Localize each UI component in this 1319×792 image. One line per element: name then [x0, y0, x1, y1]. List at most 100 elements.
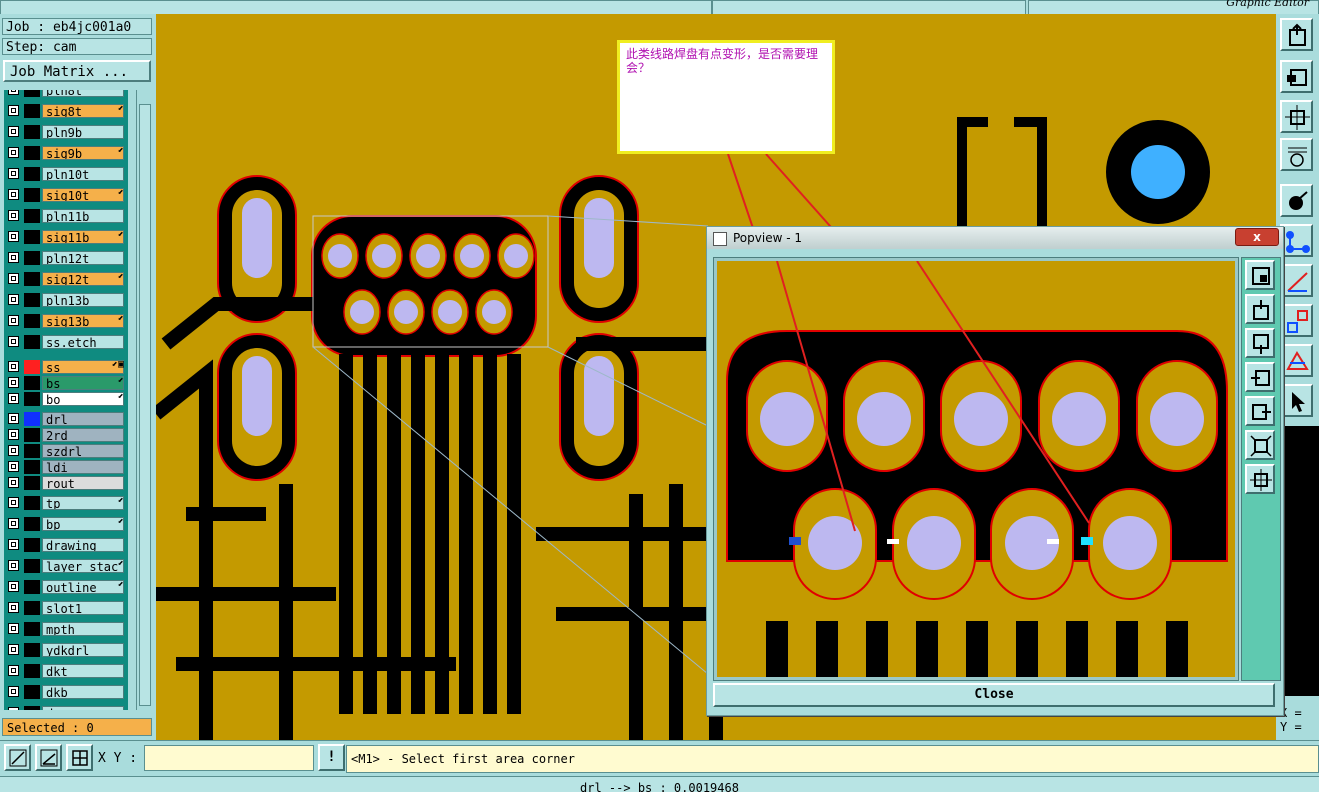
- layer-name[interactable]: d: [42, 706, 124, 710]
- scrollbar-thumb[interactable]: [139, 104, 151, 706]
- layer-row[interactable]: outline ⬋: [4, 579, 128, 595]
- layer-name[interactable]: pln11b: [42, 209, 124, 223]
- zoom-home-button[interactable]: [1280, 18, 1313, 51]
- select-pointer-button[interactable]: [1280, 384, 1313, 417]
- popview-pan-left-button[interactable]: [1245, 362, 1275, 392]
- layer-name[interactable]: bo: [42, 392, 124, 406]
- layer-checkbox[interactable]: [8, 707, 19, 710]
- layer-row[interactable]: sig13b ⬋: [4, 313, 128, 329]
- layer-checkbox[interactable]: [8, 665, 19, 676]
- layer-row[interactable]: pln10t: [4, 166, 128, 182]
- layer-name[interactable]: pln12t: [42, 251, 124, 265]
- popview-pan-right-button[interactable]: [1245, 396, 1275, 426]
- layer-checkbox[interactable]: [8, 518, 19, 529]
- layer-checkbox[interactable]: [8, 210, 19, 221]
- layer-row[interactable]: ydkdrl: [4, 642, 128, 658]
- zoom-back-button[interactable]: [1280, 60, 1313, 93]
- layer-checkbox[interactable]: [8, 429, 19, 440]
- layer-name[interactable]: ss.etch: [42, 335, 124, 349]
- layer-checkbox[interactable]: [8, 168, 19, 179]
- layer-name[interactable]: layer_stac: [42, 559, 124, 573]
- xy-input[interactable]: [144, 745, 314, 771]
- layer-checkbox[interactable]: [8, 644, 19, 655]
- layer-row[interactable]: dkb: [4, 684, 128, 700]
- layer-name[interactable]: sig10t: [42, 188, 124, 202]
- layer-row[interactable]: rout: [4, 475, 128, 491]
- layer-checkbox[interactable]: [8, 393, 19, 404]
- layer-checkbox[interactable]: [8, 315, 19, 326]
- layer-checkbox[interactable]: [8, 294, 19, 305]
- layer-row[interactable]: layer_stac ⬋: [4, 558, 128, 574]
- annotation-note[interactable]: 此类线路焊盘有点变形，是否需要理会？: [617, 40, 835, 154]
- layer-name[interactable]: pln13b: [42, 293, 124, 307]
- layer-name[interactable]: szdrl: [42, 444, 124, 458]
- layer-checkbox[interactable]: [8, 461, 19, 472]
- layer-checkbox[interactable]: [8, 336, 19, 347]
- layer-checkbox[interactable]: [8, 231, 19, 242]
- layer-row[interactable]: pln8t: [4, 90, 128, 98]
- layer-row[interactable]: drawing: [4, 537, 128, 553]
- layer-checkbox[interactable]: [8, 147, 19, 158]
- layer-row[interactable]: pln9b: [4, 124, 128, 140]
- layer-row[interactable]: ldi: [4, 459, 128, 475]
- popview-title-bar[interactable]: Popview - 1 x: [707, 227, 1283, 249]
- layer-row[interactable]: sig8t ⬋: [4, 103, 128, 119]
- popview-center-button[interactable]: [1245, 464, 1275, 494]
- layer-name[interactable]: sig13b: [42, 314, 124, 328]
- layer-name[interactable]: ldi: [42, 460, 124, 474]
- popview-fit-button[interactable]: [1245, 430, 1275, 460]
- grid-button[interactable]: [66, 744, 93, 771]
- layer-name[interactable]: drawing: [42, 538, 124, 552]
- layer-checkbox[interactable]: [8, 581, 19, 592]
- net-button[interactable]: [1280, 224, 1313, 257]
- layer-name[interactable]: bs: [42, 376, 124, 390]
- snap-button[interactable]: [1280, 184, 1313, 217]
- layer-name[interactable]: dkt: [42, 664, 124, 678]
- layer-checkbox[interactable]: [8, 445, 19, 456]
- layer-row[interactable]: drl: [4, 411, 128, 427]
- layer-row[interactable]: pln12t: [4, 250, 128, 266]
- layer-checkbox[interactable]: [8, 413, 19, 424]
- compare-button[interactable]: [1280, 304, 1313, 337]
- job-matrix-button[interactable]: Job Matrix ...: [3, 60, 151, 82]
- layer-checkbox[interactable]: [8, 686, 19, 697]
- layer-checkbox[interactable]: [8, 90, 19, 95]
- display-settings-button[interactable]: [1280, 138, 1313, 171]
- layer-name[interactable]: rout: [42, 476, 124, 490]
- layer-name[interactable]: pln8t: [42, 90, 124, 97]
- zoom-area-button[interactable]: [4, 744, 31, 771]
- layer-checkbox[interactable]: [8, 477, 19, 488]
- mini-map[interactable]: [1284, 426, 1319, 696]
- layer-row[interactable]: pln11b: [4, 208, 128, 224]
- layer-row[interactable]: mpth: [4, 621, 128, 637]
- layer-row[interactable]: bp ⬋: [4, 516, 128, 532]
- warning-button[interactable]: [1280, 344, 1313, 377]
- layer-name[interactable]: slot1: [42, 601, 124, 615]
- layer-row[interactable]: slot1: [4, 600, 128, 616]
- layer-checkbox[interactable]: [8, 361, 19, 372]
- layer-name[interactable]: sig11b: [42, 230, 124, 244]
- layer-name[interactable]: tp: [42, 496, 124, 510]
- layer-row[interactable]: dkt: [4, 663, 128, 679]
- layer-row[interactable]: sig11b ⬋: [4, 229, 128, 245]
- popview-close-button[interactable]: Close: [713, 683, 1275, 707]
- layer-name[interactable]: drl: [42, 412, 124, 426]
- layer-row[interactable]: sig9b ⬋: [4, 145, 128, 161]
- layer-checkbox[interactable]: [8, 560, 19, 571]
- layer-checkbox[interactable]: [8, 539, 19, 550]
- layer-checkbox[interactable]: [8, 377, 19, 388]
- layer-name[interactable]: mpth: [42, 622, 124, 636]
- layer-row[interactable]: pln13b: [4, 292, 128, 308]
- layer-row[interactable]: ss.etch: [4, 334, 128, 350]
- measure-tool-button[interactable]: [35, 744, 62, 771]
- layer-checkbox[interactable]: [8, 189, 19, 200]
- layer-name[interactable]: pln9b: [42, 125, 124, 139]
- layer-checkbox[interactable]: [8, 273, 19, 284]
- layer-name[interactable]: sig9b: [42, 146, 124, 160]
- layer-row[interactable]: sig10t ⬋: [4, 187, 128, 203]
- layer-name[interactable]: sig8t: [42, 104, 124, 118]
- layer-name[interactable]: outline: [42, 580, 124, 594]
- layer-row[interactable]: szdrl: [4, 443, 128, 459]
- layer-list-scrollbar[interactable]: [136, 90, 153, 710]
- popview-home-button[interactable]: [1245, 294, 1275, 324]
